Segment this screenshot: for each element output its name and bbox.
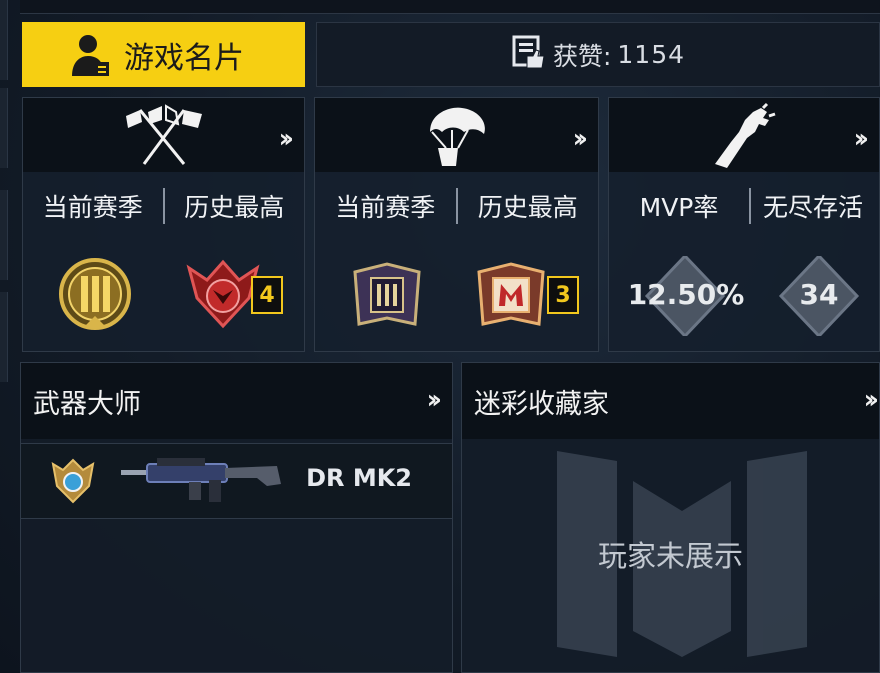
user-card-icon	[68, 32, 112, 88]
mastery-shield-icon	[49, 458, 97, 508]
expand-chevron-icon[interactable]: ››	[864, 385, 880, 415]
card-zombies[interactable]: ›› MVP率 无尽存活 12.50% 34	[608, 97, 880, 352]
rifle-icon	[117, 454, 287, 510]
card-header: ››	[315, 98, 598, 172]
mvp-rate-value: 12.50%	[627, 278, 745, 311]
panel-header: 迷彩收藏家 ››	[462, 363, 879, 439]
tab-label: 游戏名片	[124, 40, 244, 76]
likes-counter: 获赞: 1154	[316, 22, 880, 87]
likes-value: 1154	[617, 40, 686, 69]
expand-chevron-icon[interactable]: ››	[573, 124, 589, 154]
top-bar	[20, 0, 880, 14]
not-shown-placeholder: 玩家未展示	[597, 539, 743, 573]
rank-badge-best	[475, 262, 547, 332]
zombie-hand-icon	[709, 102, 779, 174]
label-history-best: 历史最高	[184, 193, 285, 222]
label-current-season: 当前赛季	[335, 193, 436, 222]
expand-chevron-icon[interactable]: ››	[427, 385, 443, 415]
left-edge-strip	[0, 190, 8, 280]
likes-label: 获赞:	[552, 41, 612, 71]
rank-badge-current	[57, 256, 133, 336]
camo-collector-panel[interactable]: 迷彩收藏家 ›› 玩家未展示	[461, 362, 880, 673]
left-edge-strip	[0, 0, 8, 80]
card-header: ››	[23, 98, 304, 172]
card-battle-royale[interactable]: ›› 当前赛季 历史最高 3	[314, 97, 599, 352]
expand-chevron-icon[interactable]: ››	[279, 124, 295, 154]
crossed-flags-icon	[122, 102, 206, 172]
weapon-name: DR MK2	[306, 464, 412, 492]
rank-badge-current	[351, 262, 423, 332]
card-multiplayer[interactable]: ›› 当前赛季 历史最高 4	[22, 97, 305, 352]
panel-title: 迷彩收藏家	[474, 388, 609, 420]
level-box: 3	[547, 276, 579, 314]
left-edge-strip	[0, 292, 8, 382]
expand-chevron-icon[interactable]: ››	[854, 124, 870, 154]
tab-game-card[interactable]: 游戏名片	[22, 22, 305, 87]
panel-title: 武器大师	[33, 388, 141, 420]
parachute-icon	[422, 102, 492, 174]
card-labels: 当前赛季 历史最高	[315, 186, 598, 226]
endless-survival-value: 34	[799, 278, 839, 311]
likes-icon	[511, 34, 547, 76]
label-endless-survival: 无尽存活	[763, 193, 864, 222]
label-history-best: 历史最高	[477, 193, 578, 222]
card-labels: MVP率 无尽存活	[609, 186, 879, 226]
label-current-season: 当前赛季	[42, 193, 143, 222]
left-edge-strip	[0, 88, 8, 168]
card-labels: 当前赛季 历史最高	[23, 186, 304, 226]
label-mvp-rate: MVP率	[639, 193, 719, 222]
weapon-master-panel[interactable]: 武器大师 ›› DR MK2	[20, 362, 453, 673]
panel-header: 武器大师 ››	[21, 363, 452, 439]
level-box: 4	[251, 276, 283, 314]
weapon-row[interactable]: DR MK2	[21, 443, 452, 519]
card-header: ››	[609, 98, 879, 172]
